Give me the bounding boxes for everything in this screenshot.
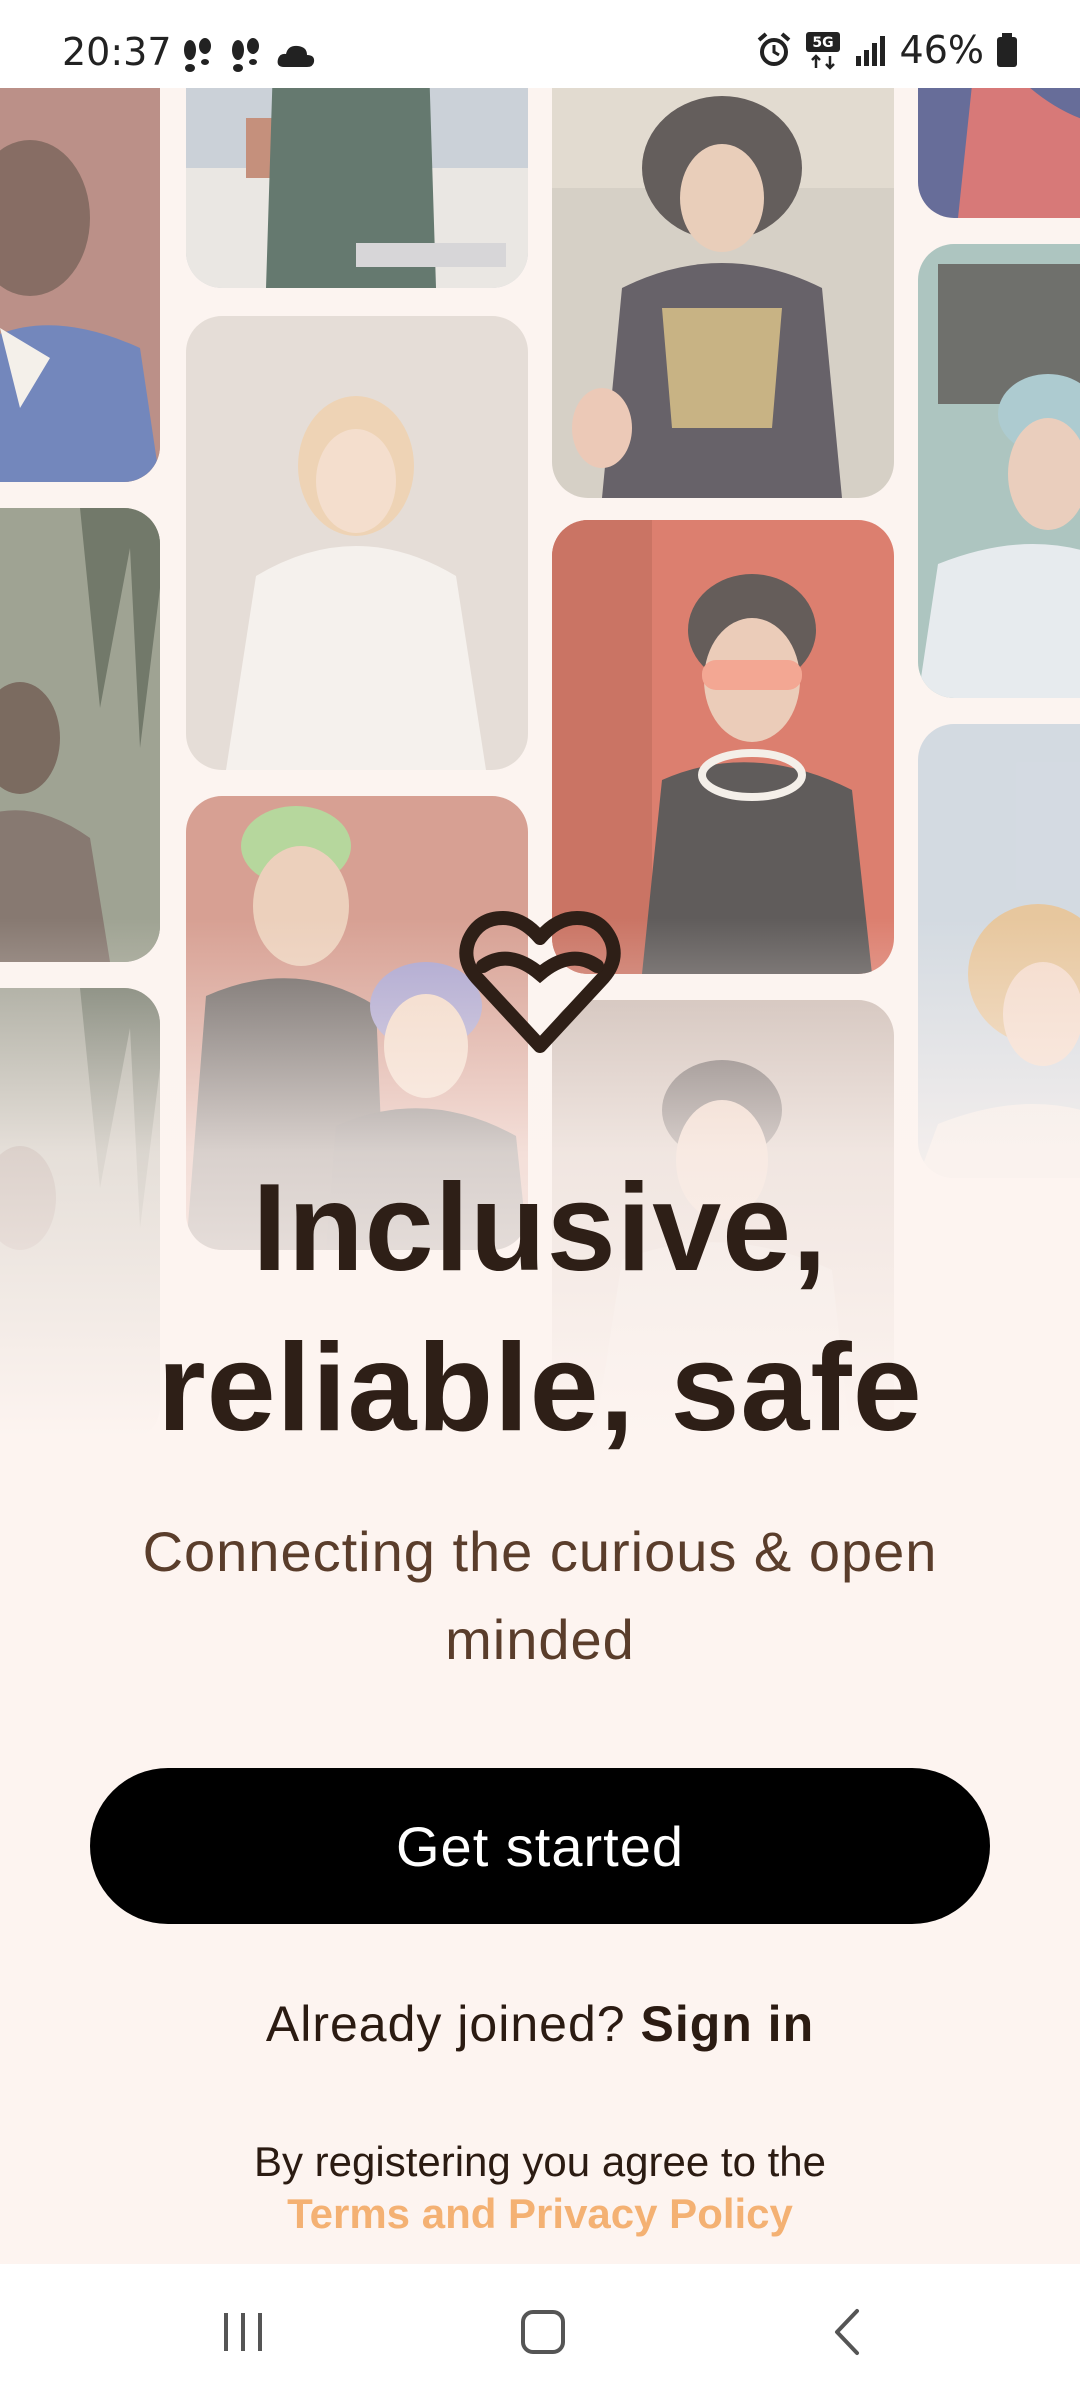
collage-photo — [918, 724, 1080, 1178]
alarm-icon — [757, 32, 790, 66]
sign-in-link[interactable]: Sign in — [640, 1996, 814, 2052]
footsteps-icon — [232, 38, 259, 72]
agreement-text: By registering you agree to the — [253, 2138, 826, 2185]
headline-line-2: reliable, safe — [157, 1319, 923, 1457]
already-joined-text: Already joined? — [265, 1996, 626, 2052]
person-silhouette — [186, 88, 528, 288]
battery-icon — [997, 33, 1017, 67]
back-icon — [835, 2309, 859, 2355]
person-silhouette — [552, 520, 894, 974]
person-silhouette — [552, 88, 894, 498]
collage-photo — [186, 88, 528, 288]
system-navigation-bar — [0, 2264, 1080, 2400]
collage-photo — [186, 316, 528, 770]
collage-photo — [0, 88, 160, 482]
collage-photo — [0, 508, 160, 962]
collage-photo — [918, 88, 1080, 218]
footsteps-icon — [184, 38, 211, 72]
headline-line-1: Inclusive, — [252, 1159, 828, 1297]
5g-data-icon: 5G — [805, 32, 840, 70]
svg-text:5G: 5G — [812, 35, 833, 51]
home-button[interactable] — [483, 2292, 603, 2372]
back-button[interactable] — [787, 2292, 907, 2372]
page-headline: Inclusive, reliable, safe — [0, 1148, 1080, 1468]
status-bar: 20:37 5G 46% — [0, 0, 1080, 88]
terms-privacy-link[interactable]: Terms and Privacy Policy — [0, 2188, 1080, 2240]
signin-row: Already joined? Sign in — [0, 1995, 1080, 2053]
collage-photo — [552, 520, 894, 974]
recent-apps-button[interactable] — [183, 2292, 303, 2372]
person-silhouette — [918, 244, 1080, 698]
battery-percentage: 46% — [899, 28, 984, 72]
heart-logo-icon — [459, 911, 621, 1053]
person-silhouette — [918, 724, 1080, 1178]
person-silhouette — [0, 508, 160, 962]
collage-photo — [918, 244, 1080, 698]
person-silhouette — [918, 88, 1080, 218]
get-started-button[interactable]: Get started — [90, 1768, 990, 1924]
home-icon — [521, 2310, 565, 2354]
status-time: 20:37 — [62, 30, 172, 74]
person-silhouette — [186, 316, 528, 770]
signal-icon — [855, 36, 885, 66]
status-system-icons: 5G 46% — [756, 28, 1018, 72]
recent-apps-icon — [224, 2313, 262, 2351]
person-silhouette — [0, 88, 160, 482]
cloud-icon — [277, 45, 315, 67]
collage-photo — [552, 88, 894, 498]
page-subheadline: Connecting the curious & open minded — [142, 1520, 938, 1671]
status-notification-icons — [180, 38, 316, 74]
